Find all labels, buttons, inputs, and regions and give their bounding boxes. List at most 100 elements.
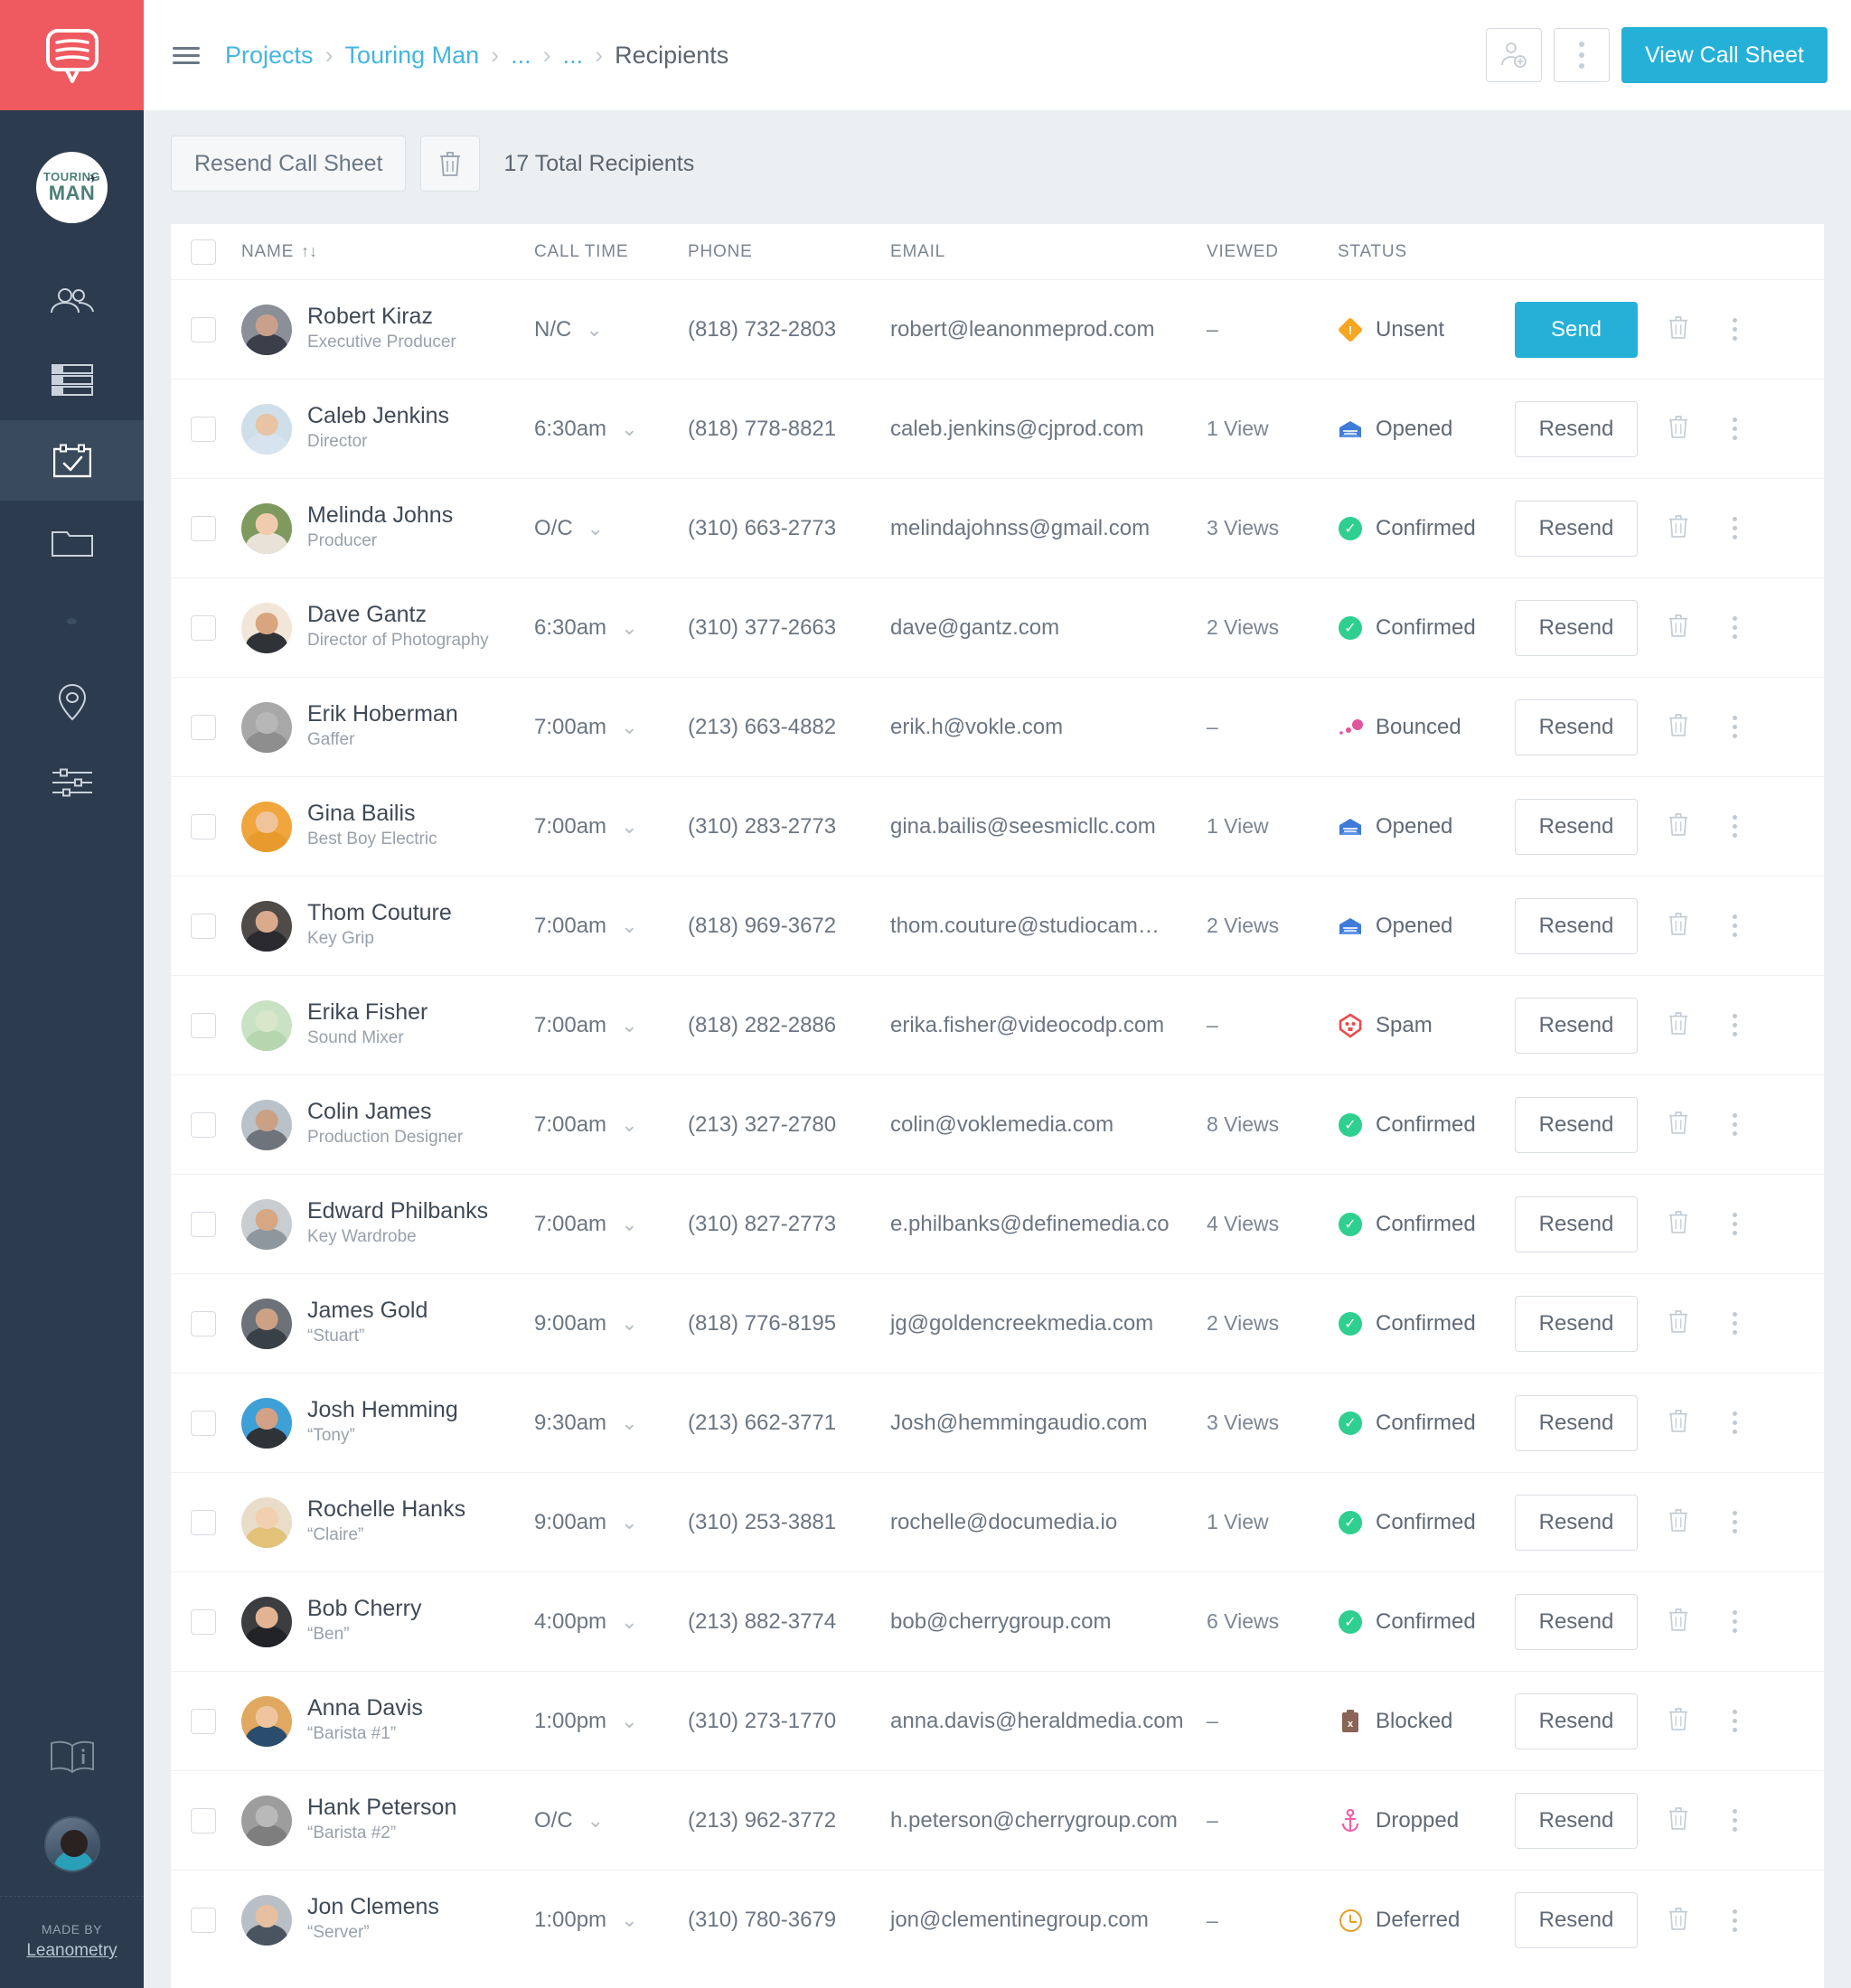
kebab-menu-icon[interactable] bbox=[1732, 1511, 1737, 1533]
trash-icon[interactable] bbox=[1668, 1507, 1688, 1537]
resend-button[interactable]: Resend bbox=[1515, 599, 1638, 656]
resend-button[interactable]: Resend bbox=[1515, 1196, 1638, 1252]
row-checkbox[interactable] bbox=[191, 813, 216, 839]
kebab-menu-icon[interactable] bbox=[1732, 815, 1737, 838]
view-call-sheet-button[interactable]: View Call Sheet bbox=[1621, 27, 1828, 83]
resend-button[interactable]: Resend bbox=[1515, 1593, 1638, 1650]
row-checkbox[interactable] bbox=[191, 1111, 216, 1138]
call-time-cell[interactable]: 9:00am ⌄ bbox=[534, 1510, 688, 1535]
resend-button[interactable]: Resend bbox=[1515, 1295, 1638, 1352]
chevron-down-icon[interactable]: ⌄ bbox=[586, 318, 602, 342]
call-time-cell[interactable]: 7:00am ⌄ bbox=[534, 1013, 688, 1038]
row-checkbox[interactable] bbox=[191, 1608, 216, 1635]
row-checkbox[interactable] bbox=[191, 316, 216, 342]
call-time-cell[interactable]: N/C ⌄ bbox=[534, 317, 688, 342]
breadcrumb-item-touring-man[interactable]: Touring Man bbox=[345, 42, 480, 70]
row-checkbox[interactable] bbox=[191, 1708, 216, 1734]
breadcrumb-item-ellipsis-2[interactable]: ... bbox=[563, 42, 584, 70]
kebab-menu-icon[interactable] bbox=[1732, 716, 1737, 738]
trash-icon[interactable] bbox=[1668, 613, 1688, 642]
trash-icon[interactable] bbox=[1668, 1110, 1688, 1139]
row-checkbox[interactable] bbox=[191, 1211, 216, 1237]
call-time-cell[interactable]: O/C ⌄ bbox=[534, 516, 688, 541]
chevron-down-icon[interactable]: ⌄ bbox=[621, 1610, 637, 1634]
kebab-menu-icon[interactable] bbox=[1732, 1312, 1737, 1335]
kebab-menu-icon[interactable] bbox=[1732, 318, 1737, 341]
resend-button[interactable]: Resend bbox=[1515, 1394, 1638, 1451]
kebab-menu-icon[interactable] bbox=[1732, 1014, 1737, 1036]
add-person-button[interactable] bbox=[1485, 28, 1542, 82]
resend-button[interactable]: Resend bbox=[1515, 699, 1638, 755]
call-time-cell[interactable]: 7:00am ⌄ bbox=[534, 1212, 688, 1237]
row-checkbox[interactable] bbox=[191, 1807, 216, 1833]
hamburger-icon[interactable] bbox=[173, 42, 200, 69]
resend-call-sheet-button[interactable]: Resend Call Sheet bbox=[171, 136, 407, 192]
row-checkbox[interactable] bbox=[191, 1410, 216, 1436]
call-time-cell[interactable]: 7:00am ⌄ bbox=[534, 914, 688, 939]
sidebar-item-schedule[interactable] bbox=[0, 340, 144, 420]
resend-button[interactable]: Resend bbox=[1515, 400, 1638, 457]
trash-icon[interactable] bbox=[1668, 1209, 1688, 1239]
trash-icon[interactable] bbox=[1668, 314, 1688, 344]
call-time-cell[interactable]: 7:00am ⌄ bbox=[534, 814, 688, 839]
resend-button[interactable]: Resend bbox=[1515, 1693, 1638, 1749]
trash-icon[interactable] bbox=[1668, 1805, 1688, 1835]
breadcrumb-item-ellipsis-1[interactable]: ... bbox=[511, 42, 531, 70]
kebab-menu-icon[interactable] bbox=[1732, 417, 1737, 440]
chevron-down-icon[interactable]: ⌄ bbox=[621, 1511, 637, 1534]
trash-icon[interactable] bbox=[1668, 811, 1688, 841]
row-checkbox[interactable] bbox=[191, 1012, 216, 1038]
chevron-down-icon[interactable]: ⌄ bbox=[621, 616, 637, 640]
sidebar-item-contacts[interactable] bbox=[0, 259, 144, 340]
chevron-down-icon[interactable]: ⌄ bbox=[621, 1710, 637, 1733]
call-time-cell[interactable]: 6:30am ⌄ bbox=[534, 615, 688, 641]
chevron-down-icon[interactable]: ⌄ bbox=[621, 1908, 637, 1932]
row-checkbox[interactable] bbox=[191, 515, 216, 541]
resend-button[interactable]: Resend bbox=[1515, 1494, 1638, 1551]
sidebar-item-settings[interactable] bbox=[0, 742, 144, 822]
trash-icon[interactable] bbox=[1668, 1607, 1688, 1636]
row-checkbox[interactable] bbox=[191, 1310, 216, 1336]
kebab-menu-icon[interactable] bbox=[1732, 616, 1737, 639]
call-time-cell[interactable]: O/C ⌄ bbox=[534, 1808, 688, 1833]
row-checkbox[interactable] bbox=[191, 714, 216, 740]
call-time-cell[interactable]: 6:30am ⌄ bbox=[534, 417, 688, 442]
kebab-menu-icon[interactable] bbox=[1732, 1809, 1737, 1832]
topbar-more-button[interactable] bbox=[1553, 28, 1610, 82]
select-all-checkbox[interactable] bbox=[191, 239, 216, 265]
row-checkbox[interactable] bbox=[191, 1908, 216, 1933]
trash-icon[interactable] bbox=[1668, 1408, 1688, 1438]
leanometry-link[interactable]: Leanometry bbox=[26, 1941, 117, 1961]
trash-icon[interactable] bbox=[1668, 1906, 1688, 1936]
chevron-down-icon[interactable]: ⌄ bbox=[621, 1213, 637, 1236]
kebab-menu-icon[interactable] bbox=[1732, 1908, 1737, 1932]
resend-button[interactable]: Resend bbox=[1515, 897, 1638, 954]
sidebar-item-help[interactable] bbox=[0, 1716, 144, 1796]
chevron-down-icon[interactable]: ⌄ bbox=[621, 1113, 637, 1137]
chevron-down-icon[interactable]: ⌄ bbox=[621, 914, 637, 938]
kebab-menu-icon[interactable] bbox=[1732, 1213, 1737, 1235]
chevron-down-icon[interactable]: ⌄ bbox=[587, 517, 604, 540]
resend-button[interactable]: Resend bbox=[1515, 997, 1638, 1054]
send-button[interactable]: Send bbox=[1515, 301, 1638, 358]
chevron-down-icon[interactable]: ⌄ bbox=[621, 417, 637, 441]
resend-button[interactable]: Resend bbox=[1515, 798, 1638, 855]
call-time-cell[interactable]: 4:00pm ⌄ bbox=[534, 1609, 688, 1635]
resend-button[interactable]: Resend bbox=[1515, 1096, 1638, 1153]
resend-button[interactable]: Resend bbox=[1515, 1892, 1638, 1948]
trash-icon[interactable] bbox=[1668, 911, 1688, 941]
chevron-down-icon[interactable]: ⌄ bbox=[621, 1411, 637, 1435]
call-time-cell[interactable]: 1:00pm ⌄ bbox=[534, 1709, 688, 1734]
call-time-cell[interactable]: 7:00am ⌄ bbox=[534, 1112, 688, 1138]
trash-icon[interactable] bbox=[1668, 1010, 1688, 1040]
column-header-name[interactable]: NAME ↑↓ bbox=[241, 242, 534, 262]
trash-icon[interactable] bbox=[1668, 1706, 1688, 1736]
kebab-menu-icon[interactable] bbox=[1732, 1113, 1737, 1136]
trash-icon[interactable] bbox=[1668, 414, 1688, 444]
row-checkbox[interactable] bbox=[191, 614, 216, 641]
trash-icon[interactable] bbox=[1668, 513, 1688, 543]
row-checkbox[interactable] bbox=[191, 416, 216, 442]
kebab-menu-icon[interactable] bbox=[1732, 1710, 1737, 1732]
sidebar-item-files[interactable] bbox=[0, 501, 144, 581]
row-checkbox[interactable] bbox=[191, 1509, 216, 1535]
